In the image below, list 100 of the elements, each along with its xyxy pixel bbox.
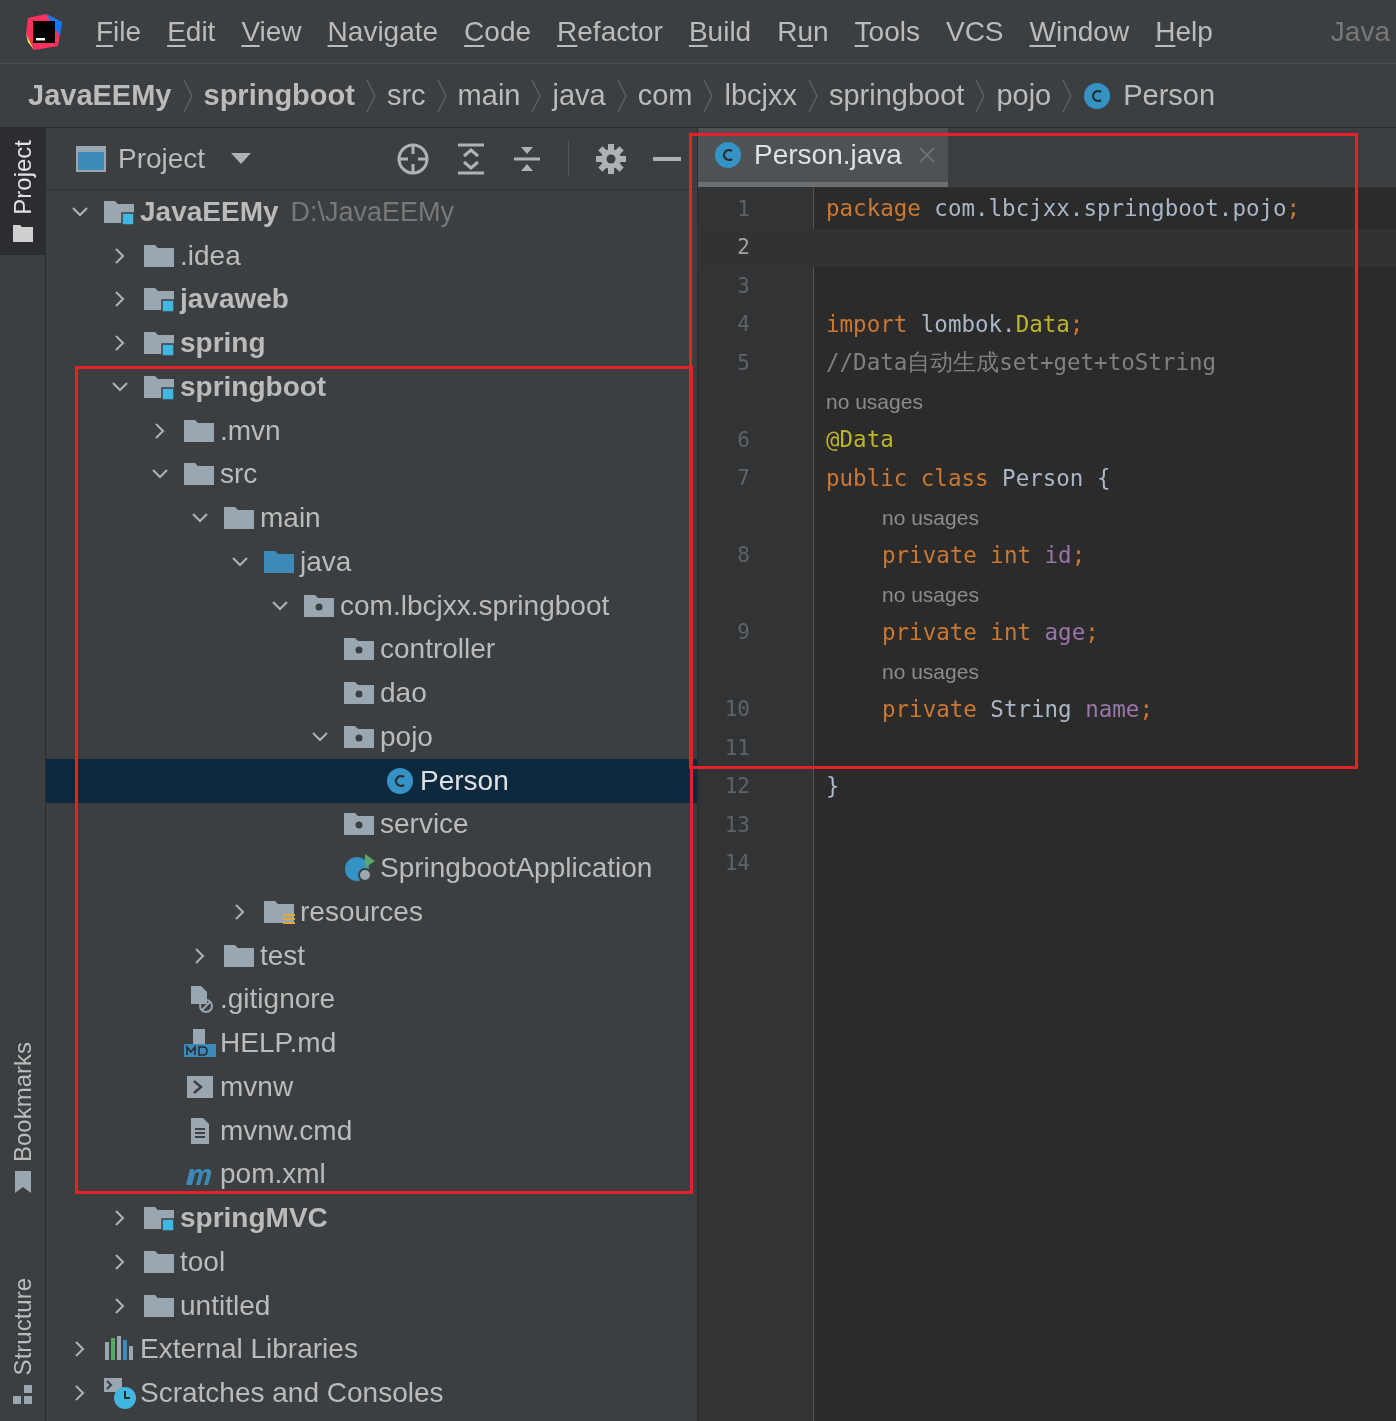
app-logo-icon [24,11,64,52]
tree-item[interactable]: springboot [46,365,697,409]
settings-icon[interactable] [595,142,627,175]
tree-item[interactable]: mvnw.cmd [46,1108,697,1153]
tree-item[interactable]: pojo [46,715,697,759]
code-line: public class Person { [826,463,1111,493]
breadcrumb-item[interactable]: JavaEEMy [28,73,172,118]
tree-item-label: controller [380,632,496,667]
tree-item[interactable]: java [46,540,697,584]
breadcrumb-item[interactable]: Person [1083,73,1216,118]
breadcrumb-item[interactable]: java [552,73,606,118]
editor-tab[interactable]: Person.java [698,128,948,187]
tree-item-label: com.lbcjxx.springboot [340,588,610,623]
breadcrumb-item[interactable]: src [386,73,426,118]
tree-item[interactable]: main [46,496,697,540]
side-tool-tab[interactable]: Structure [0,1265,46,1417]
tree-item[interactable]: tool [46,1240,697,1284]
code-line: private int id; [881,540,1086,570]
tree-item[interactable]: dao [46,671,697,715]
breadcrumb-item[interactable]: lbcjxx [724,73,797,118]
menu-item[interactable]: VCS [945,10,1004,53]
menu-item[interactable]: View [241,10,302,53]
tree-item[interactable]: .mvn [46,408,697,453]
tree-item[interactable]: resources [46,890,697,934]
tree-item-label: tool [180,1244,226,1279]
tree-item-label: dao [380,676,427,711]
tree-item[interactable]: test [46,933,697,978]
tree-item[interactable]: External Libraries [46,1327,697,1372]
menu-item[interactable]: Edit [167,10,216,53]
breadcrumb-separator-icon [702,77,715,114]
minimize-icon[interactable] [653,155,681,162]
tree-item-label: JavaEEMy [140,194,279,229]
tree-item-label: .idea [180,238,241,273]
tree-item-label: SpringbootApplication [380,851,653,886]
menu-item[interactable]: Build [688,10,752,53]
menu-item[interactable]: Window [1029,10,1130,53]
tree-item-label: main [260,501,321,536]
tree-item[interactable]: com.lbcjxx.springboot [46,583,697,628]
side-tool-tab[interactable]: Project [0,128,46,255]
tree-item[interactable]: untitled [46,1283,697,1328]
breadcrumb-item[interactable]: springboot [828,73,965,118]
tree-item-label: src [220,457,258,492]
breadcrumb-item[interactable]: pojo [996,73,1052,118]
markdown-file-icon [183,1028,217,1059]
breadcrumb-item[interactable]: springboot [203,73,355,118]
breadcrumb-separator-icon [364,77,377,114]
side-tool-tab[interactable]: Bookmarks [0,1029,46,1206]
tree-item[interactable]: pom.xml [46,1152,697,1197]
tree-item-label: pom.xml [220,1157,326,1192]
tree-item-label: springboot [180,369,327,404]
tree-item[interactable]: controller [46,627,697,672]
tree-item-label: springMVC [180,1201,328,1236]
menu-item[interactable]: File [96,10,142,53]
menu-item[interactable]: Help [1155,10,1213,53]
tree-item[interactable]: mvnw [46,1065,697,1109]
tree-item[interactable]: HELP.md [46,1021,697,1065]
tree-item[interactable]: SpringbootApplication [46,846,697,890]
code-line: private String name; [881,694,1153,724]
tree-item-label: pojo [380,719,433,754]
usage-hint[interactable]: no usages [826,578,979,610]
breadcrumb-item[interactable]: com [637,73,693,118]
breadcrumb-separator-icon [1061,77,1074,114]
menu-item[interactable]: Refactor [557,10,663,53]
usage-hint[interactable]: no usages [826,655,979,687]
code-line: private int age; [881,617,1099,647]
tree-item-label: External Libraries [140,1332,358,1367]
tree-item[interactable]: springMVC [46,1196,697,1240]
usage-hint[interactable]: no usages [826,501,979,533]
structure-icon [12,1383,34,1405]
tree-item[interactable]: service [46,802,697,847]
usage-hint[interactable]: no usages [826,386,923,418]
class-icon [386,766,414,795]
breadcrumb-separator-icon [615,77,628,114]
code-line: //Data自动生成set+get+toString [826,348,1216,378]
folder-icon [12,222,34,243]
locate-icon[interactable] [396,141,430,176]
tree-item[interactable]: JavaEEMy D:\JavaEEMy [46,190,697,234]
tree-item-label: java [300,544,352,579]
dropdown-caret-icon[interactable] [231,152,252,165]
menu-item[interactable]: Code [464,10,532,53]
tree-item[interactable]: src [46,452,697,497]
tree-item[interactable]: javaweb [46,277,697,322]
tree-item[interactable]: .idea [46,233,697,278]
code-line: import lombok.Data; [826,309,1084,339]
tree-item-label: mvnw.cmd [220,1113,353,1148]
tree-item[interactable]: Scratches and Consoles [46,1371,697,1415]
tree-item-label: resources [300,894,423,929]
expand-all-icon[interactable] [456,142,486,175]
tree-item-label: mvnw [220,1069,294,1104]
scratch-clock-icon [103,1376,137,1411]
menu-item[interactable]: Run [777,10,829,53]
breadcrumb-item[interactable]: main [457,73,521,118]
breadcrumb-separator-icon [181,77,194,114]
module-folder-icon [143,329,177,358]
tree-item[interactable]: Person [46,758,697,803]
tree-item-label: .gitignore [220,982,336,1017]
tree-item[interactable]: spring [46,321,697,365]
menu-item[interactable]: Navigate [327,10,439,53]
tree-item[interactable]: .gitignore [46,977,697,1022]
menu-item[interactable]: Tools [854,10,920,53]
